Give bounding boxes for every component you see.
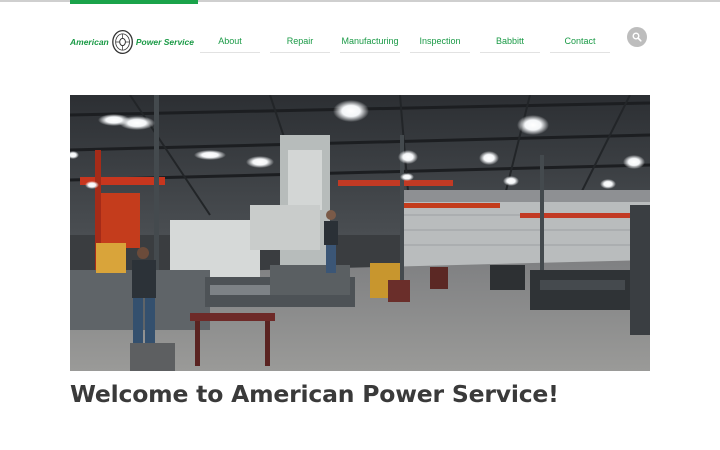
page-title: Welcome to American Power Service! <box>70 380 559 408</box>
logo-text-american: American <box>70 37 109 47</box>
machine-shop-photo <box>70 95 650 371</box>
nav-contact[interactable]: Contact <box>550 30 610 53</box>
hero-image <box>70 95 650 371</box>
nav-repair[interactable]: Repair <box>270 30 330 53</box>
search-button[interactable] <box>627 27 647 47</box>
logo-text-power-service: Power Service <box>135 37 194 47</box>
search-icon <box>632 32 642 42</box>
nav-babbitt[interactable]: Babbitt <box>480 30 540 53</box>
nav-manufacturing[interactable]: Manufacturing <box>340 30 400 53</box>
top-accent-bar <box>70 0 198 4</box>
site-logo[interactable]: American Power Service <box>70 26 194 58</box>
nav-inspection[interactable]: Inspection <box>410 30 470 53</box>
nav-about[interactable]: About <box>200 30 260 53</box>
flywheel-icon <box>111 29 133 55</box>
